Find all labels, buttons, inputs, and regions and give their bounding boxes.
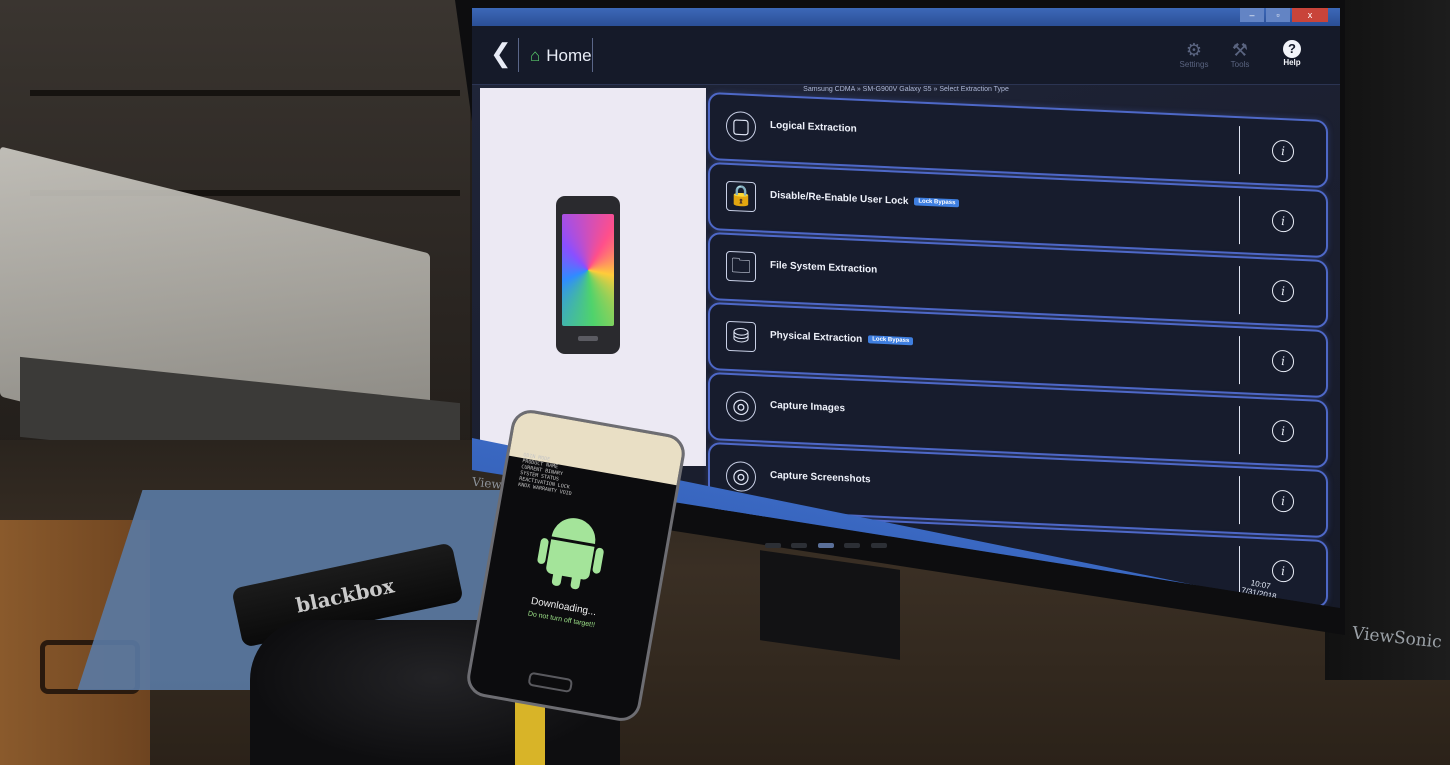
maximize-button[interactable]: ▫ [1266, 8, 1290, 22]
close-button[interactable]: x [1292, 8, 1328, 22]
cube-icon: ▢ [726, 110, 756, 143]
info-icon[interactable]: i [1272, 419, 1294, 443]
header-divider [592, 38, 593, 72]
monitor-buttons [765, 535, 893, 553]
info-icon[interactable]: i [1272, 279, 1294, 303]
monitor-button[interactable] [844, 543, 861, 548]
lock-bypass-badge: Lock Bypass [868, 335, 914, 346]
header-divider [518, 38, 519, 72]
window-controls: – ▫ x [1238, 8, 1328, 24]
tools-label: Tools [1230, 60, 1250, 69]
option-label: Logical Extraction [770, 119, 857, 135]
option-divider [1238, 336, 1240, 385]
usb-cable [515, 700, 545, 765]
option-divider [1238, 126, 1240, 175]
info-icon[interactable]: i [1272, 139, 1294, 163]
option-label-wrap: Physical Extraction Lock Bypass [770, 329, 914, 348]
window-title-bar: – ▫ x [472, 8, 1340, 26]
device-photo-screen [562, 214, 614, 326]
tools-icon: ⚒ [1231, 40, 1249, 60]
home-icon: ⌂ [530, 46, 541, 65]
option-label: File System Extraction [770, 259, 878, 276]
back-button[interactable]: ❮ [490, 40, 512, 66]
fingerprint-phone-icon: ◎ [726, 460, 756, 493]
option-label-wrap: Disable/Re-Enable User Lock Lock Bypass [770, 189, 960, 210]
android-robot-icon [535, 513, 606, 592]
folder-gear-icon: 🗀 [726, 250, 756, 283]
dongle-logo: blackbox [293, 573, 397, 618]
tools-button[interactable]: ⚒ Tools [1218, 40, 1262, 69]
home-label: Home [546, 46, 592, 65]
shelf-edge [30, 90, 460, 96]
lock-bypass-badge: Lock Bypass [914, 197, 960, 208]
option-divider [1238, 266, 1240, 315]
settings-button[interactable]: ⚙ Settings [1172, 40, 1216, 69]
option-label: Capture Screenshots [770, 469, 871, 486]
android-head [551, 514, 599, 544]
database-lock-icon: ⛁ [726, 320, 756, 353]
device-photo-home-button [578, 336, 598, 341]
android-leg [569, 574, 582, 590]
help-icon: ? [1283, 40, 1301, 58]
phone-home-button[interactable] [527, 671, 574, 694]
settings-label: Settings [1179, 60, 1209, 69]
info-icon[interactable]: i [1272, 349, 1294, 373]
device-photo [556, 196, 620, 354]
padlock-icon: 🔒 [726, 180, 756, 213]
option-label: Physical Extraction [770, 329, 863, 346]
help-label: Help [1283, 58, 1301, 67]
help-button[interactable]: ? Help [1270, 40, 1314, 67]
device-image-panel [480, 88, 706, 466]
monitor-button[interactable] [791, 543, 808, 548]
monitor-button[interactable] [870, 543, 887, 548]
chevron-left-icon: ❮ [490, 38, 512, 68]
info-icon[interactable]: i [1272, 489, 1294, 513]
monitor-button[interactable] [765, 543, 781, 548]
option-divider [1238, 476, 1240, 525]
option-label: Capture Images [770, 399, 846, 415]
option-divider [1238, 196, 1240, 245]
android-leg [551, 571, 563, 587]
gear-icon: ⚙ [1185, 40, 1203, 60]
app-header: ❮ ⌂ Home ⚙ Settings ⚒ Tools ? Help [472, 26, 1340, 85]
power-led[interactable] [817, 543, 834, 548]
option-divider [1238, 406, 1240, 455]
option-divider [1238, 546, 1240, 595]
home-button[interactable]: ⌂ Home [530, 46, 592, 66]
option-label: Disable/Re-Enable User Lock [770, 189, 909, 208]
minimize-button[interactable]: – [1240, 8, 1264, 22]
info-icon[interactable]: i [1272, 209, 1294, 233]
fingerprint-camera-icon: ◎ [726, 390, 756, 423]
info-icon[interactable]: i [1272, 559, 1294, 583]
android-arm [591, 547, 605, 575]
